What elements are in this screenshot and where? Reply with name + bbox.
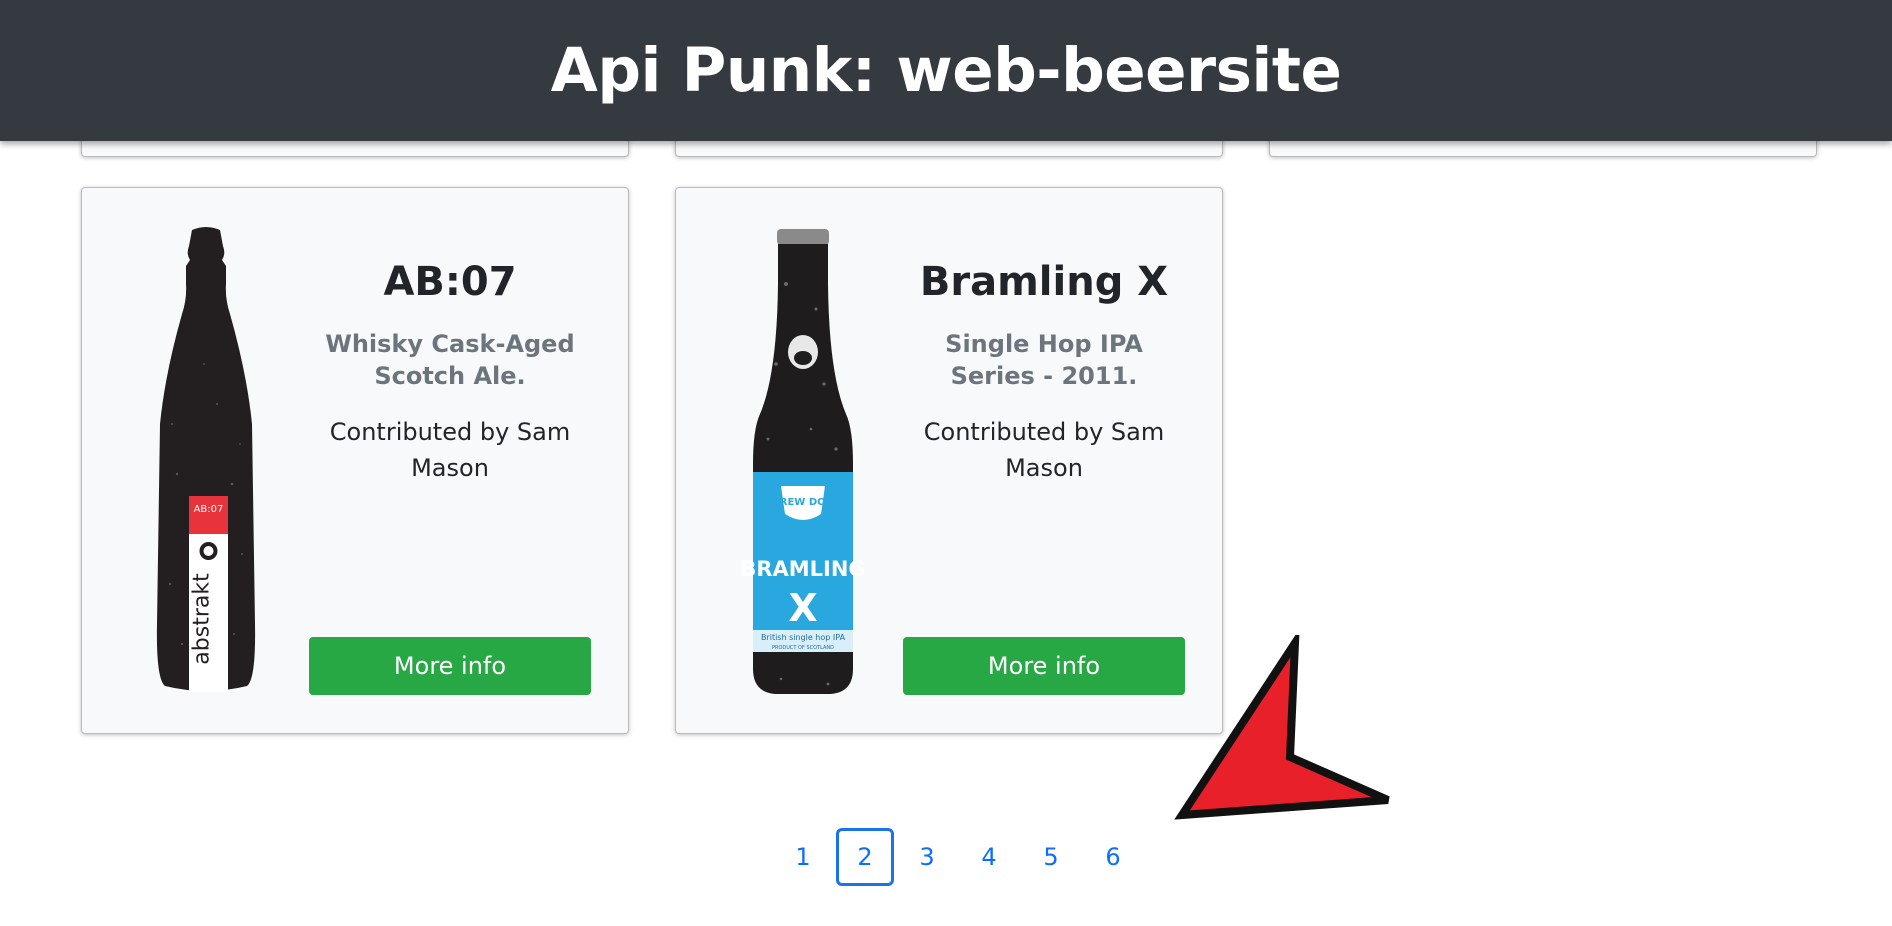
- more-info-button[interactable]: More info: [903, 637, 1185, 695]
- svg-text:X: X: [788, 586, 817, 630]
- page-link-1[interactable]: 1: [774, 828, 832, 886]
- page-link-3[interactable]: 3: [898, 828, 956, 886]
- svg-text:PRODUCT OF SCOTLAND: PRODUCT OF SCOTLAND: [772, 645, 834, 651]
- beer-contributor: Contributed by Sam Mason: [329, 418, 571, 482]
- beer-contributor: Contributed by Sam Mason: [923, 418, 1165, 482]
- svg-text:abstrakt: abstrakt: [190, 573, 215, 665]
- svg-text:AB:07: AB:07: [194, 504, 224, 515]
- beer-card: BREW DOG BRAMLING X British single hop I…: [675, 187, 1223, 734]
- beer-image: AB:07 abstrakt: [122, 224, 290, 694]
- beer-card: AB:07 abstrakt AB:07 Whisky Cask-Aged Sc…: [81, 187, 629, 734]
- page-link-4[interactable]: 4: [960, 828, 1018, 886]
- pagination: 1 2 3 4 5 6: [772, 826, 1144, 888]
- svg-text:BREW DOG: BREW DOG: [772, 497, 834, 508]
- page-link-5[interactable]: 5: [1022, 828, 1080, 886]
- bottle-icon: BREW DOG BRAMLING X British single hop I…: [740, 229, 866, 694]
- page-link-2-current[interactable]: 2: [836, 828, 894, 886]
- beer-name: AB:07: [383, 259, 517, 305]
- more-info-button[interactable]: More info: [309, 637, 591, 695]
- beer-info: AB:07 Whisky Cask-Aged Scotch Ale. Contr…: [310, 258, 590, 486]
- site-title: Api Punk: web-beersite: [550, 35, 1342, 106]
- beer-name: Bramling X: [919, 259, 1169, 305]
- beer-tagline: Single Hop IPA Series - 2011.: [945, 330, 1143, 390]
- page-link-6[interactable]: 6: [1084, 828, 1142, 886]
- page: Api Punk: web-beersite AB:07 abstrakt AB…: [0, 0, 1892, 926]
- svg-text:British single hop IPA: British single hop IPA: [761, 633, 846, 642]
- svg-text:BRAMLING: BRAMLING: [740, 557, 865, 581]
- beer-image: BREW DOG BRAMLING X British single hop I…: [716, 224, 884, 694]
- bottle-icon: AB:07 abstrakt: [156, 227, 256, 692]
- mouse-pointer-icon: [1174, 635, 1390, 820]
- site-header: Api Punk: web-beersite: [0, 0, 1892, 141]
- beer-tagline: Whisky Cask-Aged Scotch Ale.: [325, 330, 575, 390]
- beer-info: Bramling X Single Hop IPA Series - 2011.…: [904, 258, 1184, 486]
